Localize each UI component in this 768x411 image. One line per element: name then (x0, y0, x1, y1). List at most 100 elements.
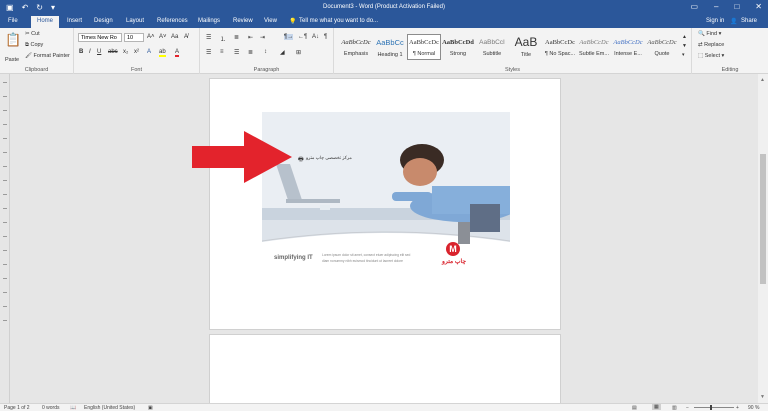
tab-insert[interactable]: Insert (67, 18, 82, 24)
zoom-in-icon[interactable]: + (736, 405, 739, 411)
align-right-icon[interactable]: ☰ (234, 49, 239, 56)
maximize-button[interactable]: □ (734, 2, 739, 11)
styles-scroll-down-icon[interactable]: ▼ (682, 43, 687, 49)
text-effects-icon[interactable]: A (147, 49, 151, 55)
highlight-icon[interactable]: ab (159, 49, 166, 57)
inserted-picture[interactable]: 🖶 مرکز تخصصی چاپ مترو simplifying IT Lor… (262, 112, 510, 277)
justify-icon[interactable]: ≣ (248, 49, 253, 56)
title-bar: ▣ ↶ ↻ ▾ Document3 - Word (Product Activa… (0, 0, 768, 16)
document-page-2[interactable] (210, 335, 560, 403)
style-quote[interactable]: AaBbCcDc Quote (645, 34, 679, 60)
styles-scroll-up-icon[interactable]: ▲ (682, 34, 687, 40)
italic-icon[interactable]: I (89, 49, 91, 55)
scroll-thumb[interactable] (760, 154, 766, 284)
paste-button[interactable]: Paste (5, 57, 19, 63)
copy-button[interactable]: ⧉ Copy (25, 42, 43, 49)
format-painter-button[interactable]: 🖌 Format Painter (25, 53, 70, 59)
style-subtle-emphasis[interactable]: AaBbCcDc Subtle Em... (577, 34, 611, 60)
decrease-indent-icon[interactable]: ⇤ (248, 34, 253, 41)
underline-icon[interactable]: U (97, 49, 101, 55)
zoom-slider-thumb[interactable] (710, 405, 712, 410)
scroll-down-icon[interactable]: ▼ (760, 394, 765, 400)
font-size-select[interactable]: 10 (124, 33, 144, 42)
style-no-spacing[interactable]: AaBbCcDc ¶ No Spac... (543, 34, 577, 60)
language-indicator[interactable]: English (United States) (84, 405, 135, 411)
sign-in-link[interactable]: Sign in (706, 18, 724, 24)
find-button[interactable]: 🔍 Find ▾ (698, 31, 721, 37)
replace-button[interactable]: ⇄ Replace (698, 42, 724, 48)
red-arrow-annotation (192, 131, 292, 183)
window-title: Document3 - Word (Product Activation Fai… (323, 4, 445, 10)
tab-review[interactable]: Review (233, 18, 253, 24)
select-button[interactable]: ⬚ Select ▾ (698, 53, 724, 59)
change-case-icon[interactable]: Aa (171, 34, 178, 40)
tell-me-box[interactable]: Tell me what you want to do... (299, 18, 378, 24)
zoom-level[interactable]: 90 % (748, 405, 759, 411)
share-button[interactable]: Share (741, 18, 757, 24)
font-label: Font (130, 67, 142, 73)
bullets-icon[interactable]: ☰ (206, 34, 211, 41)
zoom-slider[interactable] (694, 407, 734, 408)
share-icon[interactable]: 👤 (730, 18, 737, 25)
shrink-font-icon[interactable]: A˅ (159, 34, 167, 40)
rtl-icon[interactable]: ←¶ (298, 34, 307, 40)
minimize-button[interactable]: – (714, 2, 718, 11)
bold-icon[interactable]: B (79, 49, 83, 55)
style-intense-emphasis[interactable]: AaBbCcDc Intense E... (611, 34, 645, 60)
style-subtitle[interactable]: AaBbCcI Subtitle (475, 34, 509, 60)
page-count[interactable]: Page 1 of 2 (4, 405, 30, 411)
ribbon-display-icon[interactable]: ▭ (690, 2, 698, 11)
macro-icon[interactable]: ▣ (148, 405, 153, 411)
style-title[interactable]: AaB Title (509, 34, 543, 60)
metro-logo-icon: M (446, 242, 460, 256)
style-strong[interactable]: AaBbCcDd Strong (441, 34, 475, 60)
line-spacing-icon[interactable]: ↕ (264, 49, 267, 55)
style-heading-1[interactable]: AaBbCc Heading 1 (373, 34, 407, 60)
zoom-out-icon[interactable]: − (686, 405, 689, 411)
strikethrough-icon[interactable]: abc (108, 49, 118, 55)
ribbon: 📋 Paste ✂ Cut ⧉ Copy 🖌 Format Painter Cl… (0, 28, 768, 74)
sort-icon[interactable]: A↓ (312, 34, 319, 40)
style-normal[interactable]: AaBbCcDc ¶ Normal (407, 34, 441, 60)
clipboard-label: Clipboard (24, 67, 49, 73)
styles-label: Styles (505, 67, 520, 73)
font-group: Times New Ro 10 A˄ A˅ Aa A̸ B I U abc x₂… (74, 28, 200, 74)
tab-mailings[interactable]: Mailings (198, 18, 220, 24)
styles-more-icon[interactable]: ▾ (682, 52, 685, 58)
increase-indent-icon[interactable]: ⇥ (260, 34, 265, 41)
vertical-scrollbar[interactable]: ▲ ▼ (758, 74, 768, 404)
vertical-ruler[interactable] (0, 74, 10, 404)
web-layout-icon[interactable]: ▥ (672, 405, 677, 411)
font-color-icon[interactable]: A (175, 49, 180, 57)
editing-label: Editing (721, 67, 739, 73)
word-count[interactable]: 0 words (42, 405, 60, 411)
clear-format-icon[interactable]: A̸ (184, 34, 188, 40)
cut-button[interactable]: ✂ Cut (25, 31, 40, 37)
read-mode-icon[interactable]: ▤ (632, 405, 637, 411)
tab-design[interactable]: Design (94, 18, 113, 24)
numbering-icon[interactable]: ⒈ (220, 34, 226, 43)
print-layout-icon[interactable]: ▦ (652, 404, 661, 410)
align-left-icon[interactable]: ☰ (206, 49, 211, 56)
align-center-icon[interactable]: ≡ (220, 49, 224, 55)
tab-view[interactable]: View (264, 18, 277, 24)
shading-icon[interactable]: ◢ (280, 49, 285, 56)
style-emphasis[interactable]: AaBbCcDc Emphasis (339, 34, 373, 60)
superscript-icon[interactable]: x² (134, 49, 139, 55)
tab-references[interactable]: References (157, 18, 188, 24)
tab-layout[interactable]: Layout (126, 18, 144, 24)
paste-icon[interactable]: 📋 (5, 32, 21, 48)
editing-group: 🔍 Find ▾ ⇄ Replace ⬚ Select ▾ Editing (692, 28, 768, 74)
grow-font-icon[interactable]: A˄ (147, 34, 155, 40)
tab-file[interactable]: File (8, 18, 18, 24)
borders-icon[interactable]: ⊞ (296, 49, 301, 56)
close-button[interactable]: ✕ (755, 2, 762, 11)
scroll-up-icon[interactable]: ▲ (760, 77, 765, 83)
subscript-icon[interactable]: x₂ (123, 49, 128, 55)
font-name-select[interactable]: Times New Ro (78, 33, 122, 42)
multilevel-list-icon[interactable]: ≣ (234, 34, 239, 41)
proofing-icon[interactable]: 📖 (70, 405, 76, 411)
tab-home[interactable]: Home (31, 16, 60, 28)
show-marks-icon[interactable]: ¶ (324, 34, 327, 40)
ltr-icon[interactable]: ¶→ (284, 34, 294, 40)
